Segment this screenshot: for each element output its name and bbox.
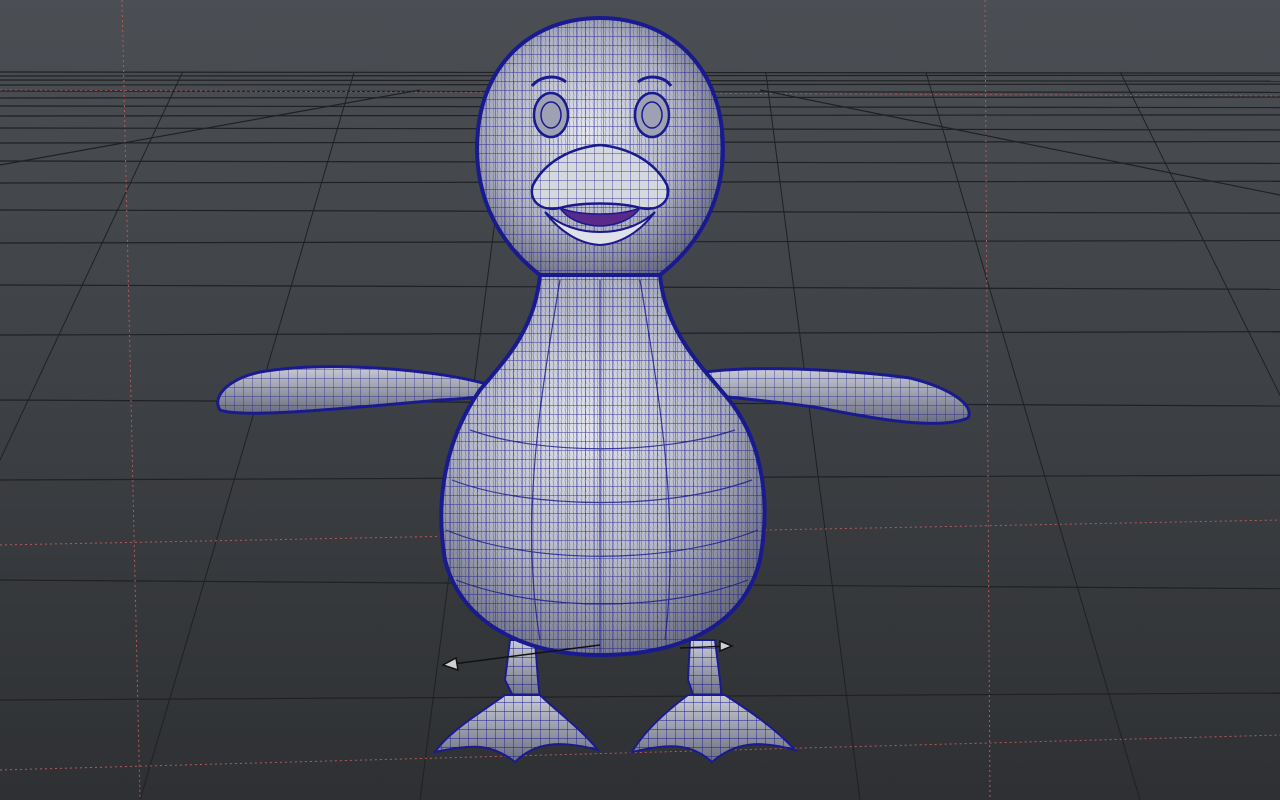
3d-viewport[interactable] (0, 0, 1280, 800)
viewport-canvas[interactable] (0, 0, 1280, 800)
